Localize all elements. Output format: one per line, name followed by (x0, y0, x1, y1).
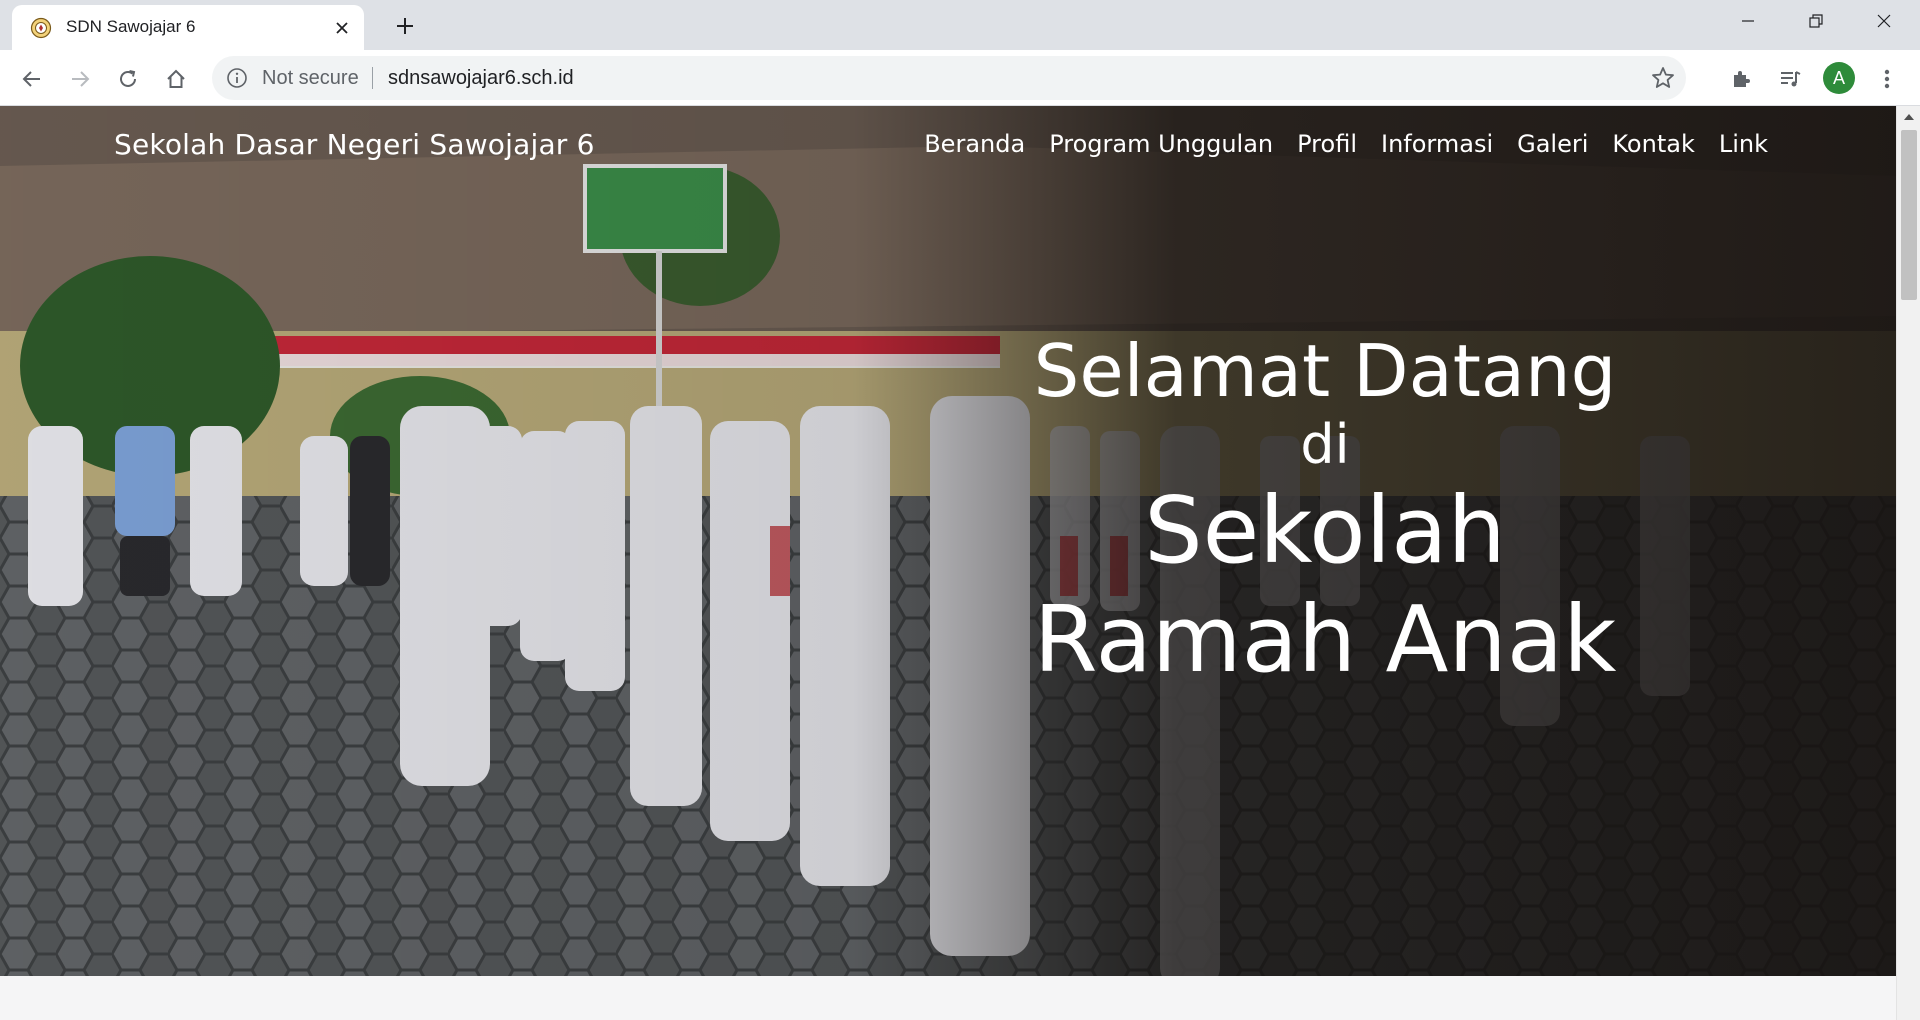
minimize-icon (1742, 20, 1754, 22)
welcome-line-2: di (1300, 413, 1350, 476)
scroll-up-button[interactable] (1897, 106, 1920, 128)
reload-icon (120, 70, 136, 87)
minimize-button[interactable] (1714, 0, 1782, 42)
close-window-button[interactable] (1850, 0, 1918, 42)
close-tab-button[interactable] (330, 16, 354, 40)
caret-up-icon (1904, 114, 1914, 120)
url-text[interactable]: sdnsawojajar6.sch.id (388, 67, 574, 90)
security-label[interactable]: Not secure (262, 67, 359, 90)
browser-tab[interactable]: SDN Sawojajar 6 (12, 5, 364, 50)
new-tab-button[interactable] (390, 11, 420, 41)
arrow-right-icon (72, 71, 90, 87)
back-button[interactable] (15, 62, 49, 96)
restore-button[interactable] (1782, 0, 1850, 42)
kebab-menu-icon (1884, 69, 1890, 89)
home-button[interactable] (159, 62, 193, 96)
close-icon (1877, 14, 1891, 28)
scrollbar-thumb[interactable] (1901, 130, 1917, 300)
tab-title: SDN Sawojajar 6 (66, 17, 196, 36)
nav-link-profil[interactable]: Profil (1297, 130, 1357, 158)
nav-link-galeri[interactable]: Galeri (1517, 130, 1588, 158)
welcome-line-4: Ramah Anak (1033, 586, 1617, 693)
close-icon (336, 22, 348, 34)
puzzle-icon (1734, 71, 1750, 87)
reload-button[interactable] (111, 62, 145, 96)
tab-strip: SDN Sawojajar 6 (0, 0, 1920, 50)
school-emblem-icon (30, 17, 52, 39)
welcome-line-3: Sekolah (1144, 477, 1506, 584)
welcome-line-1: Selamat Datang (1033, 329, 1617, 413)
info-icon[interactable] (226, 67, 248, 89)
extensions-button[interactable] (1725, 62, 1759, 96)
forward-button[interactable] (63, 62, 97, 96)
playlist-icon (1781, 71, 1801, 87)
nav-link-kontak[interactable]: Kontak (1612, 130, 1694, 158)
omnibox-divider (372, 67, 373, 89)
hero-section: Sekolah Dasar Negeri Sawojajar 6 Beranda… (0, 106, 1896, 976)
page-viewport: Sekolah Dasar Negeri Sawojajar 6 Beranda… (0, 106, 1896, 1020)
plus-icon (397, 18, 413, 34)
nav-link-program-unggulan[interactable]: Program Unggulan (1049, 130, 1273, 158)
address-bar[interactable]: Not secure sdnsawojajar6.sch.id (212, 56, 1686, 100)
browser-menu-button[interactable] (1870, 62, 1904, 96)
media-control-button[interactable] (1773, 62, 1807, 96)
nav-link-link[interactable]: Link (1719, 130, 1768, 158)
site-brand[interactable]: Sekolah Dasar Negeri Sawojajar 6 (114, 128, 595, 161)
browser-toolbar: Not secure sdnsawojajar6.sch.id A (0, 50, 1920, 106)
arrow-left-icon (22, 71, 40, 87)
nav-link-beranda[interactable]: Beranda (924, 130, 1025, 158)
restore-icon (1809, 14, 1823, 28)
nav-link-informasi[interactable]: Informasi (1381, 130, 1493, 158)
bookmark-star-icon[interactable] (1650, 65, 1676, 91)
page-scrollbar[interactable] (1896, 106, 1920, 1020)
hero-welcome-heading: Selamat Datang di Sekolah Ramah Anak (1000, 328, 1650, 694)
profile-avatar[interactable]: A (1823, 62, 1855, 94)
site-navigation: Beranda Program Unggulan Profil Informas… (924, 130, 1768, 158)
home-icon (167, 69, 185, 88)
